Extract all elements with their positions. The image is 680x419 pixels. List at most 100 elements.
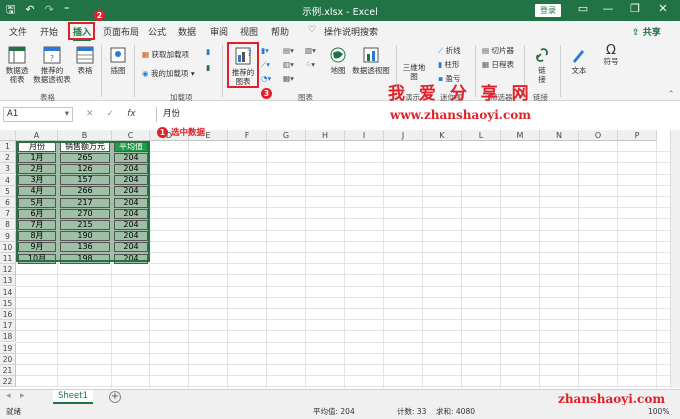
row-header[interactable]: 15	[0, 297, 16, 309]
row-header[interactable]: 6	[0, 197, 16, 208]
link-button[interactable]: 链 接	[530, 46, 554, 84]
gridline	[500, 141, 501, 388]
row-header[interactable]: 19	[0, 342, 16, 354]
ribbon-display-icon[interactable]: ▭	[575, 2, 591, 15]
hierarchy-chart-icon[interactable]: ▤▾	[283, 46, 294, 55]
row-header[interactable]: 18	[0, 331, 16, 343]
row-header[interactable]: 5	[0, 185, 16, 197]
minimize-button[interactable]: —	[600, 2, 616, 15]
row-header[interactable]: 7	[0, 208, 16, 220]
tab-formulas[interactable]: 公式	[148, 25, 166, 38]
column-header[interactable]: L	[462, 130, 501, 141]
worksheet-grid[interactable]: A B C D E F G H I J K L M N O P 1 2 3 4 5 6 7 8 9 10 11 12 13 14 15 16 1…	[0, 130, 680, 388]
row-header[interactable]: 9	[0, 230, 16, 242]
row-header[interactable]: 10	[0, 241, 16, 253]
sparkline-column-label: 柱形	[444, 60, 460, 69]
timeline-icon: ▦	[482, 60, 490, 69]
row-header[interactable]: 21	[0, 365, 16, 376]
gridline	[16, 274, 680, 276]
row-header[interactable]: 20	[0, 353, 16, 365]
row-header[interactable]: 13	[0, 275, 16, 287]
prev-sheet-icon[interactable]: ◂	[6, 391, 11, 401]
fx-icon[interactable]: fx	[127, 109, 136, 119]
cancel-icon[interactable]: ✕	[86, 109, 94, 119]
sparkline-line-button[interactable]: ⟋ 折线	[438, 45, 461, 56]
column-header[interactable]: H	[306, 130, 345, 141]
tab-page-layout[interactable]: 页面布局	[103, 25, 139, 38]
tab-review[interactable]: 审阅	[210, 25, 228, 38]
column-header[interactable]: K	[423, 130, 462, 141]
slicer-button[interactable]: ▤ 切片器	[482, 45, 514, 56]
sparkline-column-button[interactable]: ▮ 柱形	[438, 59, 460, 70]
row-header[interactable]: 2	[0, 152, 16, 164]
row-header[interactable]: 12	[0, 264, 16, 276]
column-header[interactable]: C	[112, 130, 150, 141]
people-graph-icon[interactable]: ▮	[206, 63, 210, 72]
tell-me-search[interactable]: 操作说明搜索	[324, 25, 378, 38]
login-button[interactable]: 登录	[535, 4, 561, 17]
illustrations-label: 插图	[110, 66, 126, 75]
row-header[interactable]: 8	[0, 219, 16, 231]
column-header[interactable]: F	[228, 130, 267, 141]
status-zoom[interactable]: 100%	[648, 405, 669, 419]
illustrations-button[interactable]: 插图	[106, 46, 130, 75]
group-charts-label: 图表	[298, 93, 313, 102]
row-header[interactable]: 4	[0, 174, 16, 186]
text-button[interactable]: 文本	[567, 46, 591, 75]
gridline	[16, 296, 680, 298]
combo-chart-icon[interactable]: ▦▾	[283, 74, 294, 83]
my-addins-button[interactable]: ◉ 我的加载项 ▾	[142, 68, 195, 79]
column-header[interactable]: P	[618, 130, 657, 141]
column-header[interactable]: O	[579, 130, 618, 141]
line-chart-icon[interactable]: ⟋▾	[261, 60, 270, 70]
gridline	[266, 141, 267, 388]
tab-data[interactable]: 数据	[178, 25, 196, 38]
column-chart-icon[interactable]: ▮▾	[261, 46, 269, 55]
row-header[interactable]: 11	[0, 253, 16, 264]
vertical-scrollbar[interactable]	[670, 130, 680, 388]
column-header[interactable]: J	[384, 130, 423, 141]
bing-icon[interactable]: ▮	[206, 47, 210, 56]
column-header[interactable]: B	[58, 130, 112, 141]
column-header[interactable]: N	[540, 130, 579, 141]
gridline	[16, 386, 680, 388]
column-header[interactable]: M	[501, 130, 540, 141]
tab-view[interactable]: 视图	[240, 25, 258, 38]
share-button[interactable]: ⇪ 共享	[632, 25, 661, 38]
waterfall-chart-icon[interactable]: ▧▾	[305, 46, 316, 55]
pie-chart-icon[interactable]: ◔▾	[261, 74, 271, 83]
statistic-chart-icon[interactable]: ▥▾	[283, 60, 294, 69]
pivot-chart-button[interactable]: 数据透视图	[350, 46, 392, 75]
row-header[interactable]: 14	[0, 286, 16, 298]
next-sheet-icon[interactable]: ▸	[20, 391, 25, 401]
column-header[interactable]: A	[16, 130, 58, 141]
pivot-table-button[interactable]: 数据透 视表	[4, 46, 30, 84]
row-header[interactable]: 1	[0, 141, 16, 152]
collapse-ribbon-icon[interactable]: ⌃	[668, 89, 674, 98]
row-header[interactable]: 22	[0, 376, 16, 388]
sheet-tab-sheet1[interactable]: Sheet1	[53, 390, 93, 404]
row-header[interactable]: 16	[0, 309, 16, 320]
restore-button[interactable]: ❐	[627, 2, 643, 15]
timeline-button[interactable]: ▦ 日程表	[482, 59, 514, 70]
tab-home[interactable]: 开始	[40, 25, 58, 38]
table-button[interactable]: 表格	[74, 46, 96, 75]
recommended-pivot-button[interactable]: ? 推荐的 数据透视表	[32, 46, 72, 84]
scatter-chart-icon[interactable]: ⁘▾	[305, 60, 315, 69]
tab-help[interactable]: 帮助	[271, 25, 289, 38]
maps-button[interactable]: 地图	[326, 46, 350, 75]
select-all-corner[interactable]	[0, 130, 16, 141]
close-button[interactable]: ✕	[655, 2, 671, 15]
name-box[interactable]: A1 ▾	[3, 107, 73, 122]
get-addins-button[interactable]: ▦ 获取加载项	[142, 49, 189, 60]
symbols-button[interactable]: Ω 符号	[599, 44, 623, 66]
gridline	[188, 141, 189, 388]
column-header[interactable]: I	[345, 130, 384, 141]
enter-icon[interactable]: ✓	[107, 109, 115, 119]
column-header[interactable]: G	[267, 130, 306, 141]
row-header[interactable]: 3	[0, 163, 16, 175]
timeline-label: 日程表	[491, 60, 514, 69]
row-header[interactable]: 17	[0, 320, 16, 332]
tab-file[interactable]: 文件	[9, 25, 27, 38]
add-sheet-button[interactable]: +	[109, 391, 121, 403]
